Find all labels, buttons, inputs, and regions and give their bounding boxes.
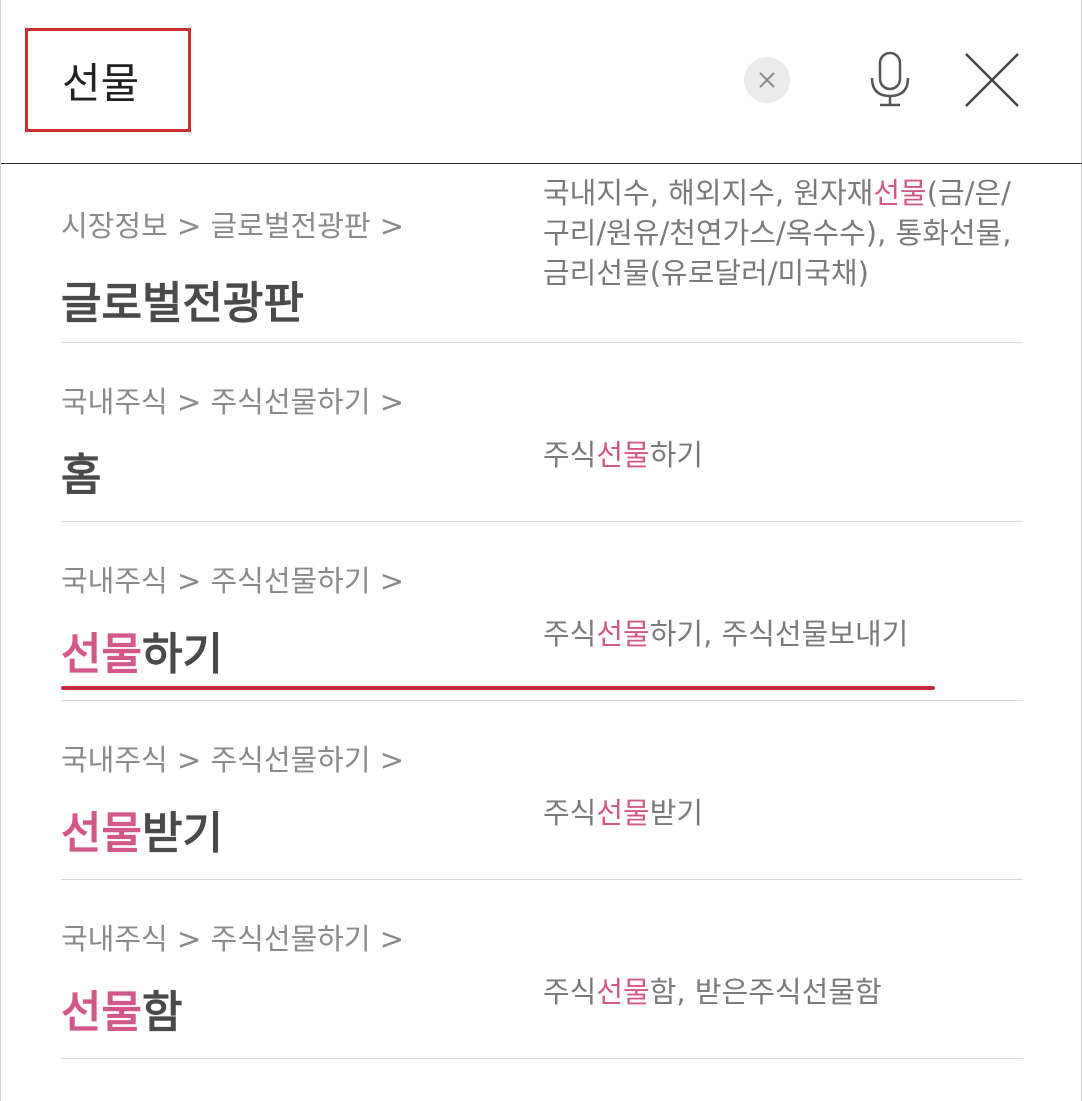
result-breadcrumb: 국내주식 > 주식선물하기 > [61, 564, 405, 598]
result-description: 주식선물하기, 주식선물보내기 [543, 617, 909, 651]
result-breadcrumb: 국내주식 > 주식선물하기 > [61, 743, 405, 777]
search-results-list: 시장정보 > 글로벌전광판 > 글로벌전광판 국내지수, 해외지수, 원자재선물… [61, 163, 1023, 1059]
result-item[interactable]: 국내주식 > 주식선물하기 > 홈 주식선물하기 [61, 343, 1023, 522]
close-icon [965, 53, 1019, 107]
voice-search-button[interactable] [864, 50, 916, 110]
search-input[interactable] [62, 55, 182, 105]
result-breadcrumb: 시장정보 > 글로벌전광판 > [61, 209, 405, 243]
result-title: 선물받기 [61, 808, 223, 859]
result-description: 주식선물받기 [543, 796, 704, 830]
clear-x-icon [759, 72, 775, 88]
search-header [1, 0, 1082, 164]
result-item[interactable]: 국내주식 > 주식선물하기 > 선물함 주식선물함, 받은주식선물함 [61, 880, 1023, 1059]
result-description: 주식선물하기 [543, 438, 704, 472]
result-item-selected[interactable]: 국내주식 > 주식선물하기 > 선물하기 주식선물하기, 주식선물보내기 [61, 522, 1023, 701]
result-breadcrumb: 국내주식 > 주식선물하기 > [61, 922, 405, 956]
result-title: 선물함 [61, 987, 183, 1038]
result-title: 글로벌전광판 [61, 278, 304, 329]
result-description: 국내지수, 해외지수, 원자재선물(금/은/구리/원유/천연가스/옥수수), 통… [543, 176, 1012, 290]
result-item[interactable]: 시장정보 > 글로벌전광판 > 글로벌전광판 국내지수, 해외지수, 원자재선물… [61, 163, 1023, 343]
result-breadcrumb: 국내주식 > 주식선물하기 > [61, 385, 405, 419]
result-description: 주식선물함, 받은주식선물함 [543, 975, 882, 1009]
search-box[interactable] [25, 28, 191, 132]
close-search-button[interactable] [964, 52, 1020, 108]
result-title: 선물하기 [61, 629, 223, 680]
clear-search-button[interactable] [744, 57, 790, 103]
microphone-icon [870, 51, 910, 107]
result-title: 홈 [61, 450, 102, 501]
result-item[interactable]: 국내주식 > 주식선물하기 > 선물받기 주식선물받기 [61, 701, 1023, 880]
